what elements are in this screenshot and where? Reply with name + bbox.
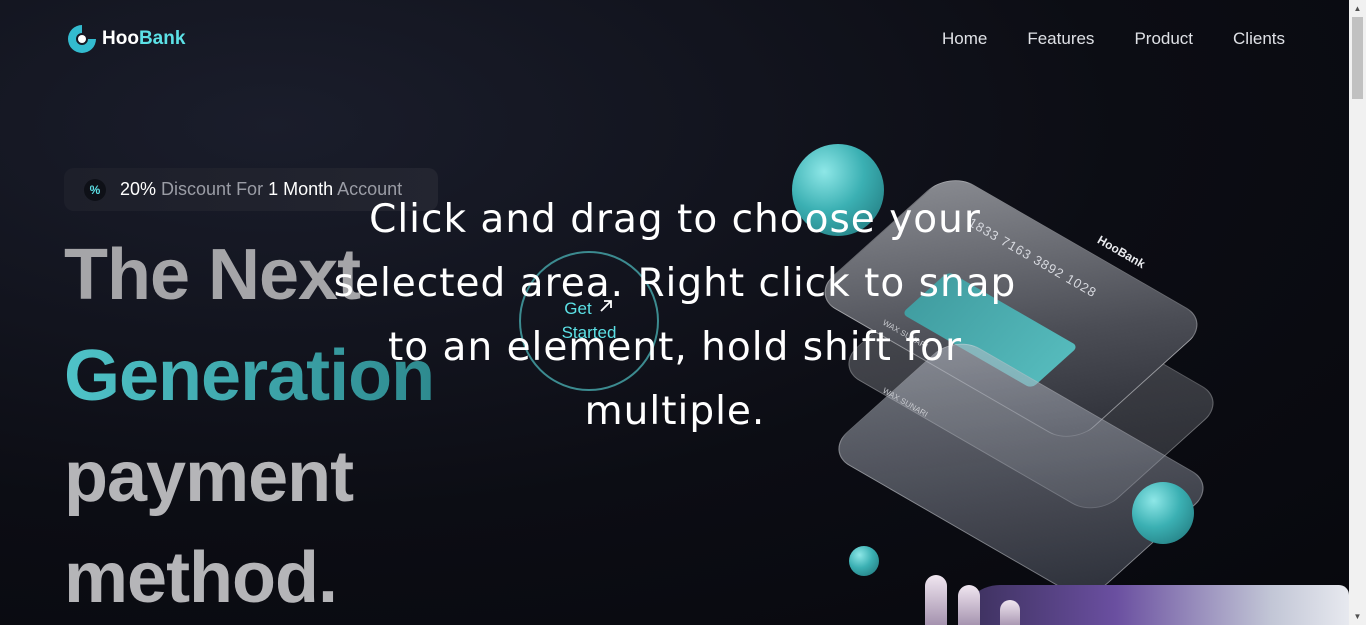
brand-name-part1: Hoo: [102, 28, 139, 49]
main-nav: Home Features Product Clients: [942, 29, 1285, 49]
headline-line3: payment: [64, 437, 354, 517]
discount-for: Discount For: [156, 179, 269, 199]
discount-percent: 20%: [120, 179, 157, 199]
get-started-label-1: Get: [564, 299, 592, 318]
headline-line1: The Next: [64, 235, 361, 315]
robot-hand-image: [840, 560, 1349, 625]
discount-text: 20% Discount For 1 Month Account: [120, 179, 402, 200]
brand-name: HooBank: [102, 28, 185, 50]
hoobank-logo-icon: [66, 23, 98, 55]
nav-home[interactable]: Home: [942, 29, 987, 49]
arrow-up-right-icon: [598, 297, 614, 321]
scrollbar[interactable]: ▲ ▼: [1349, 0, 1366, 625]
robot-finger: [1000, 600, 1020, 625]
headline-line4: method.: [64, 538, 338, 618]
nav-clients[interactable]: Clients: [1233, 29, 1285, 49]
sphere-medium: [1132, 482, 1194, 544]
nav-features[interactable]: Features: [1027, 29, 1094, 49]
get-started-label-2: Started: [561, 323, 617, 342]
percent-icon: %: [84, 178, 106, 201]
discount-period: 1 Month: [268, 179, 334, 199]
logo[interactable]: HooBank: [66, 23, 185, 55]
scroll-down-arrow-icon[interactable]: ▼: [1349, 608, 1366, 625]
get-started-button[interactable]: Get Started: [519, 251, 659, 391]
discount-account: Account: [333, 179, 403, 199]
robot-finger: [925, 575, 947, 625]
hero-page: HooBank Home Features Product Clients % …: [0, 0, 1349, 625]
sphere-large: [792, 144, 884, 236]
hero-headline: The Next Generation payment method.: [64, 225, 435, 625]
scroll-up-arrow-icon[interactable]: ▲: [1349, 0, 1366, 17]
robot-finger: [958, 585, 980, 625]
headline-line2: Generation: [64, 326, 435, 427]
discount-badge: % 20% Discount For 1 Month Account: [64, 168, 438, 211]
nav-product[interactable]: Product: [1134, 29, 1193, 49]
scrollbar-thumb[interactable]: [1352, 17, 1363, 99]
brand-name-part2: Bank: [138, 28, 186, 49]
